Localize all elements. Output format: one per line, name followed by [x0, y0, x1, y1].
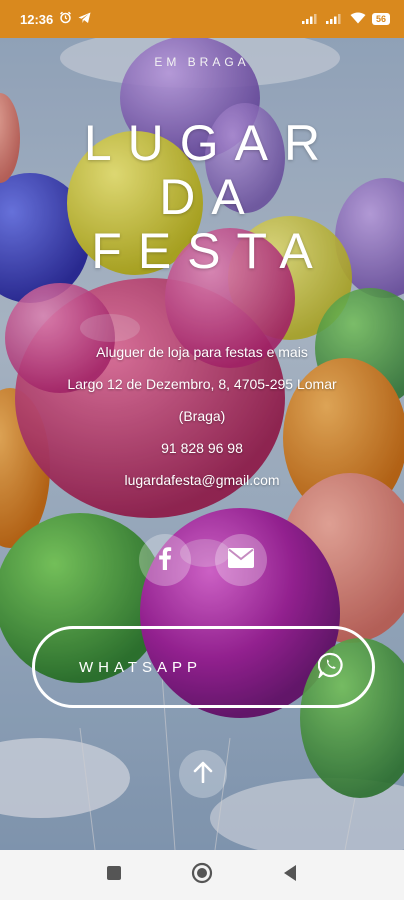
status-time: 12:36	[20, 11, 54, 27]
location-subtitle: EM BRAGA	[154, 55, 250, 69]
hero-section: EM BRAGA LUGAR DA FESTA Aluguer de loja …	[0, 38, 404, 850]
title-line-3: FESTA	[91, 223, 329, 279]
email-button[interactable]	[215, 534, 267, 586]
wifi-icon	[350, 12, 366, 27]
social-links	[0, 534, 404, 586]
address-line-1: Largo 12 de Dezembro, 8, 4705-295 Lomar	[67, 376, 337, 392]
title-line-1: LUGAR	[83, 115, 337, 171]
status-bar: 12:36 56	[0, 0, 404, 38]
back-button[interactable]	[276, 861, 304, 889]
whatsapp-icon	[317, 652, 344, 683]
scroll-to-top-button[interactable]	[179, 750, 227, 798]
signal-icon	[325, 12, 344, 27]
address-line-2: (Braga)	[178, 408, 226, 424]
telegram-icon	[78, 12, 91, 27]
email-address[interactable]: lugardafesta@gmail.com	[30, 464, 374, 496]
page-title: LUGAR DA FESTA	[0, 116, 404, 278]
back-triangle-icon	[282, 864, 298, 887]
description-text: Aluguer de loja para festas e mais	[96, 344, 308, 360]
system-nav-bar	[0, 850, 404, 900]
recents-square-icon	[106, 865, 122, 886]
facebook-button[interactable]	[139, 534, 191, 586]
whatsapp-label: WHATSAPP	[79, 658, 203, 676]
arrow-up-icon	[193, 761, 213, 788]
hero-content: EM BRAGA LUGAR DA FESTA Aluguer de loja …	[0, 38, 404, 850]
battery-icon: 56	[371, 13, 390, 25]
title-line-2: DA	[159, 169, 261, 225]
signal-icon	[301, 12, 320, 27]
home-button[interactable]	[188, 861, 216, 889]
facebook-icon	[158, 546, 172, 575]
phone-number[interactable]: 91 828 96 98	[30, 432, 374, 464]
contact-info: Aluguer de loja para festas e mais Largo…	[30, 336, 374, 496]
alarm-icon	[59, 11, 72, 27]
envelope-icon	[228, 547, 254, 573]
whatsapp-button[interactable]: WHATSAPP	[32, 626, 375, 708]
recents-button[interactable]	[100, 861, 128, 889]
home-circle-icon	[191, 862, 213, 889]
